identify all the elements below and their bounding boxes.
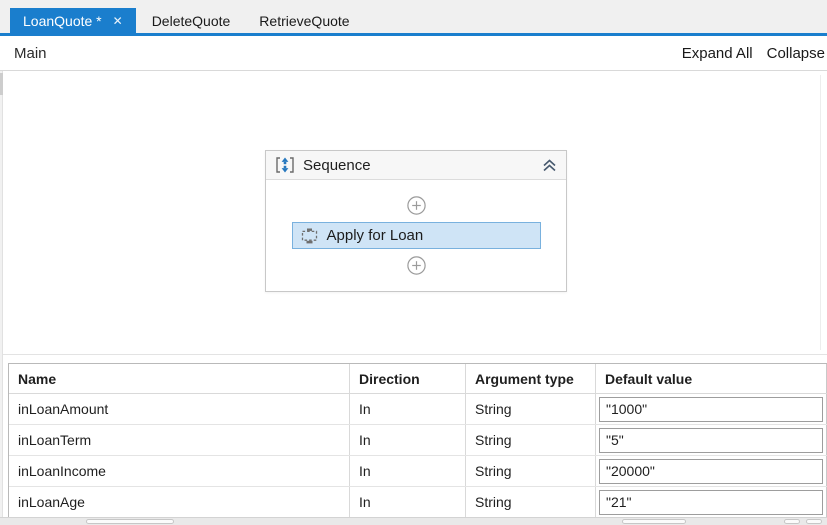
collapse-all-button[interactable]: Collapse All: [767, 45, 827, 62]
argument-name-cell[interactable]: inLoanTerm: [9, 425, 350, 455]
argument-direction-cell[interactable]: In: [350, 394, 466, 424]
designer-canvas[interactable]: Sequence: [0, 71, 827, 355]
argument-name-cell[interactable]: inLoanAge: [9, 487, 350, 517]
tab-deletequote-label: DeleteQuote: [152, 13, 231, 29]
argument-name-cell[interactable]: inLoanAmount: [9, 394, 350, 424]
canvas-scroll-track: [820, 75, 821, 350]
workflow-designer-window: { "colors": { "tab_blue": "#1a7ecd", "ac…: [0, 0, 827, 525]
argument-type-cell[interactable]: String: [466, 487, 596, 517]
document-tab-bar: LoanQuote * ✕ DeleteQuote RetrieveQuote: [0, 0, 827, 36]
close-icon[interactable]: ✕: [113, 15, 123, 27]
sequence-body: Apply for Loan: [266, 180, 566, 291]
horizontal-scrollbar[interactable]: [0, 517, 827, 525]
argument-name-cell[interactable]: inLoanIncome: [9, 456, 350, 486]
expand-all-button[interactable]: Expand All: [682, 45, 753, 62]
tab-loanquote[interactable]: LoanQuote * ✕: [10, 8, 136, 33]
left-scroll-thumb[interactable]: [0, 73, 3, 95]
default-value-input[interactable]: [599, 428, 823, 453]
table-row: inLoanAge In String: [9, 487, 827, 518]
activity-screen-icon: [301, 228, 318, 244]
sequence-container[interactable]: Sequence: [265, 150, 567, 292]
tab-loanquote-label: LoanQuote *: [23, 13, 102, 29]
column-header-name: Name: [9, 364, 350, 393]
sequence-icon: [275, 157, 295, 173]
add-activity-button-top[interactable]: [407, 196, 426, 215]
scrollbar-thumb[interactable]: [86, 519, 174, 524]
column-header-argument-type: Argument type: [466, 364, 596, 393]
argument-type-cell[interactable]: String: [466, 425, 596, 455]
argument-default-cell: [596, 456, 827, 486]
breadcrumb: Main: [14, 45, 47, 62]
argument-direction-cell[interactable]: In: [350, 425, 466, 455]
arguments-table-header: Name Direction Argument type Default val…: [9, 364, 827, 394]
default-value-input[interactable]: [599, 397, 823, 422]
argument-type-cell[interactable]: String: [466, 394, 596, 424]
column-header-direction: Direction: [350, 364, 466, 393]
scrollbar-button[interactable]: [806, 519, 822, 524]
argument-type-cell[interactable]: String: [466, 456, 596, 486]
designer-breadcrumb-bar: Main Expand All Collapse All: [0, 36, 827, 71]
argument-direction-cell[interactable]: In: [350, 487, 466, 517]
argument-direction-cell[interactable]: In: [350, 456, 466, 486]
left-scroll-track[interactable]: [0, 71, 3, 517]
table-row: inLoanAmount In String: [9, 394, 827, 425]
plus-circle-icon: [407, 256, 426, 275]
plus-circle-icon: [407, 196, 426, 215]
activity-label: Apply for Loan: [327, 227, 424, 244]
default-value-input[interactable]: [599, 490, 823, 515]
sequence-header[interactable]: Sequence: [266, 151, 566, 180]
argument-default-cell: [596, 487, 827, 517]
argument-default-cell: [596, 394, 827, 424]
arguments-table: Name Direction Argument type Default val…: [8, 363, 827, 519]
tab-retrievequote[interactable]: RetrieveQuote: [246, 8, 362, 33]
default-value-input[interactable]: [599, 459, 823, 484]
activity-apply-for-loan[interactable]: Apply for Loan: [292, 222, 541, 249]
scrollbar-button[interactable]: [784, 519, 800, 524]
table-row: inLoanIncome In String: [9, 456, 827, 487]
column-header-default-value: Default value: [596, 364, 827, 393]
chevron-double-up-icon[interactable]: [542, 159, 557, 172]
table-row: inLoanTerm In String: [9, 425, 827, 456]
scrollbar-thumb[interactable]: [622, 519, 686, 524]
add-activity-button-bottom[interactable]: [407, 256, 426, 275]
tab-deletequote[interactable]: DeleteQuote: [139, 8, 244, 33]
sequence-title: Sequence: [303, 157, 534, 174]
argument-default-cell: [596, 425, 827, 455]
tab-retrievequote-label: RetrieveQuote: [259, 13, 349, 29]
